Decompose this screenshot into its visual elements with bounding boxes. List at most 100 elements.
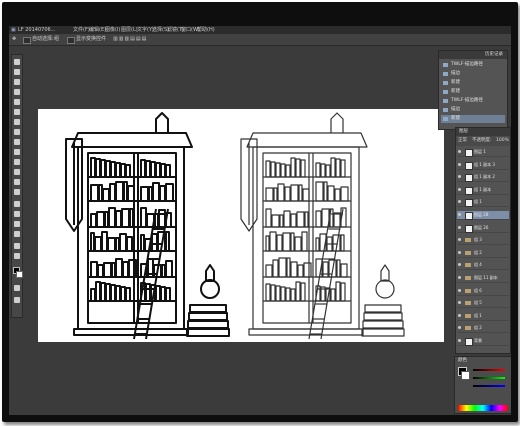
- history-item[interactable]: 新建: [441, 88, 505, 96]
- menu-layer[interactable]: 图层(L): [121, 26, 138, 34]
- layer-thumbnail: [465, 212, 473, 220]
- layer-name: 组 4: [474, 262, 482, 268]
- path-select-tool-icon[interactable]: [14, 221, 20, 227]
- eraser-tool-icon[interactable]: [14, 159, 20, 165]
- healing-tool-icon[interactable]: [14, 119, 20, 125]
- visibility-eye-icon[interactable]: [458, 339, 461, 342]
- layer-name: 组 3: [474, 237, 482, 243]
- zoom-tool-icon[interactable]: [14, 253, 20, 259]
- layer-row[interactable]: 组 1 副本 3: [457, 161, 509, 170]
- lasso-tool-icon[interactable]: [14, 79, 20, 85]
- visibility-eye-icon[interactable]: [458, 263, 461, 267]
- visibility-eye-icon[interactable]: [458, 213, 461, 216]
- folder-icon: [465, 238, 471, 243]
- layer-group-row[interactable]: 组 2: [457, 324, 509, 334]
- color-spectrum[interactable]: [458, 405, 508, 411]
- menu-image[interactable]: 图像(I): [105, 26, 120, 34]
- gradient-tool-icon[interactable]: [14, 169, 20, 175]
- background-color-swatch[interactable]: [16, 271, 23, 278]
- layer-name: 图层 28: [474, 212, 489, 217]
- hand-tool-icon[interactable]: [14, 243, 20, 249]
- menu-help[interactable]: 帮助(H): [197, 26, 215, 34]
- eyedropper-tool-icon[interactable]: [14, 109, 20, 115]
- visibility-eye-icon[interactable]: [458, 301, 461, 305]
- visibility-eye-icon[interactable]: [458, 276, 461, 279]
- blue-slider[interactable]: [473, 385, 505, 387]
- document-canvas[interactable]: [38, 109, 444, 342]
- move-tool-icon[interactable]: ✥: [12, 34, 16, 45]
- auto-select-dropdown[interactable]: 组: [54, 34, 59, 45]
- red-slider[interactable]: [473, 369, 505, 371]
- photoshop-window: ▣ LF 20140706... 文件(F) 编辑(E) 图像(I) 图层(L)…: [9, 26, 511, 415]
- layer-group-row[interactable]: 组 1: [457, 312, 509, 321]
- blur-tool-icon[interactable]: [14, 179, 20, 185]
- layer-row[interactable]: 图层 26: [457, 224, 509, 233]
- history-item[interactable]: 描边: [441, 106, 505, 114]
- menu-file[interactable]: 文件(F): [73, 26, 90, 34]
- opacity-value[interactable]: 100%: [496, 136, 509, 146]
- layer-name: 组 1 副本: [474, 186, 492, 192]
- folder-icon: [465, 326, 471, 331]
- layer-name: 组 1 副本 2: [474, 174, 495, 180]
- history-panel-title: 历史记录: [485, 52, 503, 57]
- visibility-eye-icon[interactable]: [458, 200, 461, 204]
- layer-group-row[interactable]: 组 5: [457, 299, 509, 309]
- menu-edit[interactable]: 编辑(E): [89, 26, 106, 34]
- layers-panel-title[interactable]: 图层: [459, 128, 468, 136]
- layer-group-row[interactable]: 组 2: [457, 249, 509, 258]
- dodge-tool-icon[interactable]: [14, 189, 20, 195]
- layer-thumbnail: [465, 149, 473, 157]
- stamp-tool-icon[interactable]: [14, 139, 20, 145]
- pen-tool-icon[interactable]: [14, 201, 20, 207]
- visibility-eye-icon[interactable]: [458, 187, 461, 191]
- layer-row[interactable]: 组 1 副本 2: [457, 173, 509, 183]
- green-slider[interactable]: [473, 377, 505, 379]
- history-item[interactable]: TWLF-描边路径: [441, 61, 505, 69]
- history-state-icon: [443, 81, 448, 85]
- history-item[interactable]: 新建: [441, 79, 505, 87]
- layer-row[interactable]: 图层 28: [457, 211, 509, 220]
- visibility-eye-icon[interactable]: [458, 175, 461, 179]
- move-tool-icon[interactable]: [14, 59, 20, 65]
- quick-select-tool-icon[interactable]: [14, 89, 20, 95]
- background-color-swatch[interactable]: [461, 371, 470, 380]
- layer-row[interactable]: 组 1 副本: [457, 186, 509, 195]
- bookshelf-line-art: [65, 112, 405, 340]
- visibility-eye-icon[interactable]: [458, 162, 461, 166]
- show-transform-checkbox[interactable]: [67, 37, 75, 44]
- layer-row[interactable]: 背景: [457, 337, 509, 346]
- align-icons[interactable]: ▥▥▥▤▤▤: [113, 34, 147, 45]
- layer-group-row[interactable]: 组 4: [457, 261, 509, 271]
- layer-group-row[interactable]: 组 3: [457, 236, 509, 246]
- visibility-eye-icon[interactable]: [458, 326, 461, 330]
- visibility-eye-icon[interactable]: [458, 225, 461, 229]
- blend-mode-select[interactable]: 正常: [458, 136, 467, 146]
- crop-tool-icon[interactable]: [14, 99, 20, 105]
- history-brush-tool-icon[interactable]: [14, 149, 20, 155]
- visibility-eye-icon[interactable]: [458, 313, 461, 317]
- layers-options: 正常 不透明度: 100%: [456, 136, 510, 146]
- auto-select-checkbox[interactable]: [23, 37, 31, 44]
- visibility-eye-icon[interactable]: [458, 250, 461, 254]
- visibility-eye-icon[interactable]: [458, 288, 461, 292]
- history-item[interactable]: TWLF-描边路径: [441, 97, 505, 105]
- brush-tool-icon[interactable]: [14, 129, 20, 135]
- folder-icon: [465, 276, 471, 280]
- quick-mask-icon[interactable]: [14, 285, 20, 291]
- shape-tool-icon[interactable]: [14, 231, 20, 237]
- marquee-tool-icon[interactable]: [14, 69, 20, 75]
- layer-group-row[interactable]: 图层 11 副本: [457, 274, 509, 283]
- layer-group-row[interactable]: 组 6: [457, 287, 509, 296]
- screen-mode-icon[interactable]: [14, 297, 20, 303]
- layer-row[interactable]: 组 1: [457, 198, 509, 208]
- type-tool-icon[interactable]: [14, 211, 20, 217]
- history-item[interactable]: 描边: [441, 70, 505, 78]
- history-state-icon: [443, 63, 448, 67]
- history-panel-tabs[interactable]: 历史记录: [439, 51, 507, 59]
- layer-row[interactable]: 图层 1: [457, 148, 509, 157]
- visibility-eye-icon[interactable]: [458, 150, 461, 153]
- history-state-icon: [443, 108, 448, 112]
- history-item-active[interactable]: 新建: [441, 115, 505, 123]
- document-tab[interactable]: LF 20140706...: [18, 26, 55, 34]
- visibility-eye-icon[interactable]: [458, 238, 461, 242]
